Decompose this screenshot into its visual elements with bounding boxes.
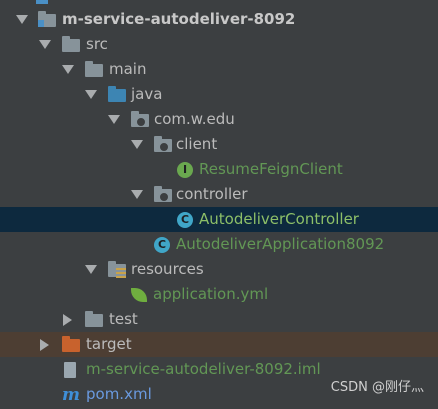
tree-node-package[interactable]: com.w.edu: [0, 107, 438, 132]
resources-label: resources: [131, 260, 204, 278]
source-folder-icon: [108, 86, 126, 103]
autodeliver-application-label: AutodeliverApplication8092: [176, 235, 385, 253]
tree-node-autodeliver-controller[interactable]: C AutodeliverController: [0, 207, 438, 232]
collapse-arrow-icon[interactable]: [16, 15, 28, 24]
collapse-arrow-icon[interactable]: [62, 65, 74, 74]
collapse-arrow-icon[interactable]: [85, 265, 97, 274]
project-tree: m-service-autodeliver-8092 src main java…: [0, 0, 438, 409]
pom-file-label: pom.xml: [86, 385, 152, 403]
folder-icon: [85, 311, 103, 328]
excluded-folder-icon: [62, 336, 80, 353]
autodeliver-controller-label: AutodeliverController: [199, 210, 359, 228]
tree-node-test[interactable]: test: [0, 307, 438, 332]
collapse-arrow-icon[interactable]: [131, 190, 143, 199]
controller-label: controller: [176, 185, 248, 203]
iml-file-label: m-service-autodeliver-8092.iml: [86, 360, 321, 378]
spring-config-icon: [131, 287, 149, 303]
interface-icon: I: [176, 162, 194, 178]
tree-node-controller[interactable]: controller: [0, 182, 438, 207]
tree-node-java[interactable]: java: [0, 82, 438, 107]
package-label: com.w.edu: [154, 110, 235, 128]
tree-node-resume-feign-client[interactable]: I ResumeFeignClient: [0, 157, 438, 182]
folder-icon: [62, 36, 80, 53]
spring-boot-class-icon: C: [153, 237, 171, 253]
tree-node-autodeliver-application[interactable]: C AutodeliverApplication8092: [0, 232, 438, 257]
package-icon: [154, 186, 172, 203]
main-label: main: [109, 60, 147, 78]
application-yml-label: application.yml: [153, 285, 269, 303]
tree-node-client[interactable]: client: [0, 132, 438, 157]
module-label: m-service-autodeliver-8092: [62, 10, 296, 28]
module-icon-fragment: [36, 0, 48, 4]
class-icon: C: [176, 212, 194, 228]
folder-icon: [85, 61, 103, 78]
target-label: target: [86, 335, 132, 353]
test-label: test: [109, 310, 138, 328]
collapse-arrow-icon[interactable]: [85, 90, 97, 99]
resume-feign-client-label: ResumeFeignClient: [199, 160, 343, 178]
src-label: src: [86, 35, 108, 53]
tree-node-application-yml[interactable]: application.yml: [0, 282, 438, 307]
package-icon: [131, 111, 149, 128]
tree-node-resources[interactable]: resources: [0, 257, 438, 282]
csdn-watermark: CSDN @刚仔灬: [330, 380, 424, 395]
resources-folder-icon: [108, 261, 126, 278]
package-icon: [154, 136, 172, 153]
tree-node-module[interactable]: m-service-autodeliver-8092: [0, 7, 438, 32]
client-label: client: [176, 135, 218, 153]
collapse-arrow-icon[interactable]: [39, 40, 51, 49]
module-file-icon: [62, 362, 80, 378]
collapse-arrow-icon[interactable]: [108, 115, 120, 124]
expand-arrow-icon[interactable]: [40, 339, 49, 351]
expand-arrow-icon[interactable]: [63, 314, 72, 326]
tree-node-main[interactable]: main: [0, 57, 438, 82]
tree-node-target[interactable]: target: [0, 332, 438, 357]
module-folder-icon: [38, 11, 56, 28]
collapse-arrow-icon[interactable]: [131, 140, 143, 149]
tree-node-src[interactable]: src: [0, 32, 438, 57]
maven-icon: m: [62, 385, 80, 405]
java-label: java: [131, 85, 163, 103]
